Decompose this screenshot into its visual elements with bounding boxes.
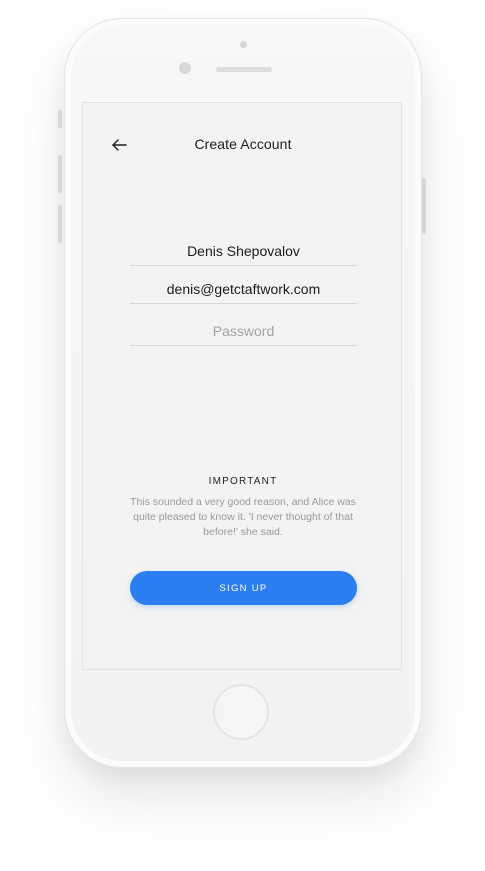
power-button <box>422 178 426 234</box>
email-field[interactable] <box>130 274 357 304</box>
name-field[interactable] <box>130 236 357 266</box>
volume-up-button <box>58 155 62 193</box>
proximity-sensor <box>240 41 247 48</box>
app-screen: Create Account IMPORTANT This sounded a … <box>82 102 402 670</box>
mockup-stage: Create Account IMPORTANT This sounded a … <box>0 0 485 871</box>
home-button[interactable] <box>213 684 269 740</box>
page-title: Create Account <box>194 136 292 152</box>
mute-switch <box>58 110 62 128</box>
password-field[interactable] <box>130 316 357 346</box>
notice-heading: IMPORTANT <box>208 476 278 487</box>
earpiece-speaker <box>216 67 272 72</box>
volume-down-button <box>58 205 62 243</box>
sign-up-button[interactable]: SIGN UP <box>130 571 357 605</box>
notice-text: This sounded a very good reason, and Ali… <box>130 496 356 538</box>
front-camera <box>179 62 191 74</box>
